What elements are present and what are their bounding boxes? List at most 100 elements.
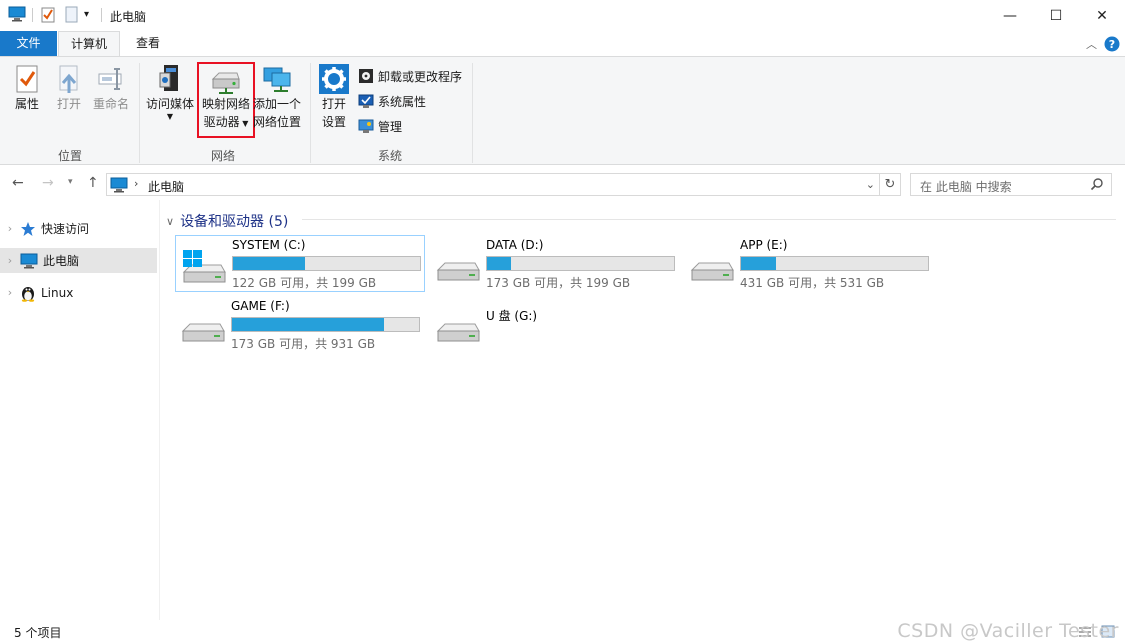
pane-divider[interactable] (159, 200, 160, 620)
search-input[interactable]: 在 此电脑 中搜索 (910, 173, 1112, 196)
manage-label: 管理 (378, 119, 403, 134)
open-button[interactable]: 打开 (52, 63, 86, 113)
access-media-button[interactable]: 访问媒体 ▼ (144, 63, 196, 121)
map-network-drive-button[interactable]: 映射网络 驱动器 ▼ (197, 62, 255, 138)
drive-space-info: 431 GB 可用，共 531 GB (740, 276, 885, 290)
hard-drive-icon (436, 262, 480, 281)
drive-name: GAME (F:) (231, 299, 290, 313)
titlebar-divider (101, 8, 102, 22)
collapse-chevron-icon[interactable]: ∨ (166, 215, 174, 228)
drive-item-g[interactable]: U 盘 (G:) (430, 297, 680, 354)
drive-usage-bar (486, 256, 675, 271)
expand-chevron-icon[interactable]: › (0, 222, 20, 235)
address-row: ← → ▾ ↑ › 此电脑 ⌄ ↻ 在 此电脑 中搜索 (0, 166, 1125, 200)
drive-usage-fill (232, 318, 385, 331)
properties-label: 属性 (14, 97, 39, 111)
nav-item-linux[interactable]: › Linux (0, 280, 157, 305)
open-label: 打开 (56, 97, 81, 111)
drive-usage-bar (232, 256, 421, 271)
up-arrow-icon[interactable]: ↑ (87, 175, 99, 191)
network-location-icon (263, 67, 291, 92)
help-icon[interactable]: ? (1104, 36, 1120, 55)
new-folder-quick-icon[interactable] (64, 6, 80, 26)
address-path[interactable]: 此电脑 (148, 178, 184, 195)
manage-icon (358, 119, 374, 133)
nav-item-label: Linux (41, 285, 74, 300)
back-arrow-icon[interactable]: ← (12, 175, 24, 191)
refresh-button[interactable]: ↻ (880, 173, 901, 196)
hard-drive-icon (181, 323, 225, 342)
ribbon-tabs: 文件 计算机 查看 ︿ ? (0, 31, 1125, 56)
system-properties-label: 系统属性 (378, 94, 427, 109)
linux-penguin-icon (21, 286, 35, 302)
tab-computer[interactable]: 计算机 (58, 31, 120, 56)
uninstall-program-button[interactable]: 卸载或更改程序 (358, 66, 462, 86)
drive-usage-fill (487, 257, 512, 270)
breadcrumb-separator-icon[interactable]: › (134, 177, 138, 190)
drive-usage-bar (740, 256, 929, 271)
address-bar[interactable]: › 此电脑 ⌄ (106, 173, 880, 196)
recent-locations-chevron-icon[interactable]: ▾ (68, 177, 73, 187)
drive-item-f[interactable]: GAME (F:) 173 GB 可用，共 931 GB (175, 297, 425, 354)
add-network-location-label-1: 添加一个 (252, 97, 301, 111)
drive-item-c[interactable]: SYSTEM (C:) 122 GB 可用，共 199 GB (175, 235, 425, 292)
search-icon[interactable] (1090, 177, 1104, 194)
group-header-devices[interactable]: ∨ 设备和驱动器 (5) (166, 211, 288, 231)
drive-usage-fill (741, 257, 777, 270)
drive-name: APP (E:) (740, 238, 788, 252)
drive-item-e[interactable]: APP (E:) 431 GB 可用，共 531 GB (684, 236, 934, 293)
system-properties-icon (358, 94, 374, 108)
drive-item-d[interactable]: DATA (D:) 173 GB 可用，共 199 GB (430, 236, 680, 293)
nav-item-label: 此电脑 (43, 254, 80, 268)
tab-view[interactable]: 查看 (122, 31, 174, 56)
drive-space-info: 173 GB 可用，共 931 GB (231, 337, 376, 351)
navigation-pane: › 快速访问 › 此电脑 › Linux (0, 206, 158, 620)
group-separator (139, 63, 140, 163)
tab-file[interactable]: 文件 (0, 31, 57, 56)
add-network-location-label-2: 网络位置 (252, 115, 301, 129)
nav-item-quick-access[interactable]: › 快速访问 (0, 216, 157, 241)
minimize-button[interactable]: — (987, 0, 1033, 31)
dropdown-arrow-icon: ▼ (239, 119, 249, 128)
rename-button[interactable]: 重命名 (90, 63, 132, 113)
expand-chevron-icon[interactable]: › (0, 286, 20, 299)
rename-icon (98, 68, 122, 90)
status-bar: 5 个项目 CSDN @Vaciller Tester (0, 620, 1125, 643)
uninstall-icon (359, 69, 373, 83)
window-title: 此电脑 (110, 10, 147, 24)
dropdown-arrow-icon: ▼ (166, 112, 174, 121)
properties-quick-icon[interactable] (40, 6, 56, 26)
settings-gear-icon (319, 64, 349, 94)
search-placeholder: 在 此电脑 中搜索 (920, 180, 1012, 194)
drive-space-info: 122 GB 可用，共 199 GB (232, 276, 377, 290)
manage-button[interactable]: 管理 (358, 116, 402, 136)
quick-access-star-icon (21, 221, 35, 236)
windows-drive-icon (182, 250, 226, 283)
collapse-ribbon-icon[interactable]: ︿ (1086, 36, 1097, 52)
computer-icon (20, 253, 38, 268)
maximize-button[interactable]: ☐ (1033, 0, 1079, 31)
ribbon: 属性 打开 重命名 位置 访问媒体 ▼ 映射网络 驱动器 ▼ 添加一个 网络位置… (0, 56, 1125, 165)
customize-quick-access-icon[interactable]: ▾ (84, 9, 89, 20)
open-settings-label-2: 设置 (321, 115, 346, 129)
nav-item-label: 快速访问 (41, 222, 90, 236)
open-settings-button[interactable]: 打开 设置 (316, 63, 352, 131)
group-separator (310, 63, 311, 163)
address-dropdown-icon[interactable]: ⌄ (866, 178, 875, 191)
drive-usage-fill (233, 257, 306, 270)
add-network-location-button[interactable]: 添加一个 网络位置 (252, 63, 302, 131)
svg-text:?: ? (1109, 38, 1115, 51)
expand-chevron-icon[interactable]: › (0, 254, 20, 267)
media-icon (159, 65, 178, 91)
drive-name: U 盘 (G:) (486, 309, 538, 323)
map-network-drive-label-1: 映射网络 (201, 97, 250, 111)
close-button[interactable]: ✕ (1079, 0, 1125, 31)
properties-button[interactable]: 属性 (8, 63, 46, 113)
nav-item-this-pc[interactable]: › 此电脑 (0, 248, 157, 273)
title-bar: ▾ 此电脑 — ☐ ✕ (0, 0, 1125, 31)
forward-arrow-icon[interactable]: → (42, 175, 54, 191)
system-properties-button[interactable]: 系统属性 (358, 91, 426, 111)
open-settings-label-1: 打开 (321, 97, 346, 111)
drive-space-info: 173 GB 可用，共 199 GB (486, 276, 631, 290)
group-label-location: 位置 (58, 149, 83, 163)
